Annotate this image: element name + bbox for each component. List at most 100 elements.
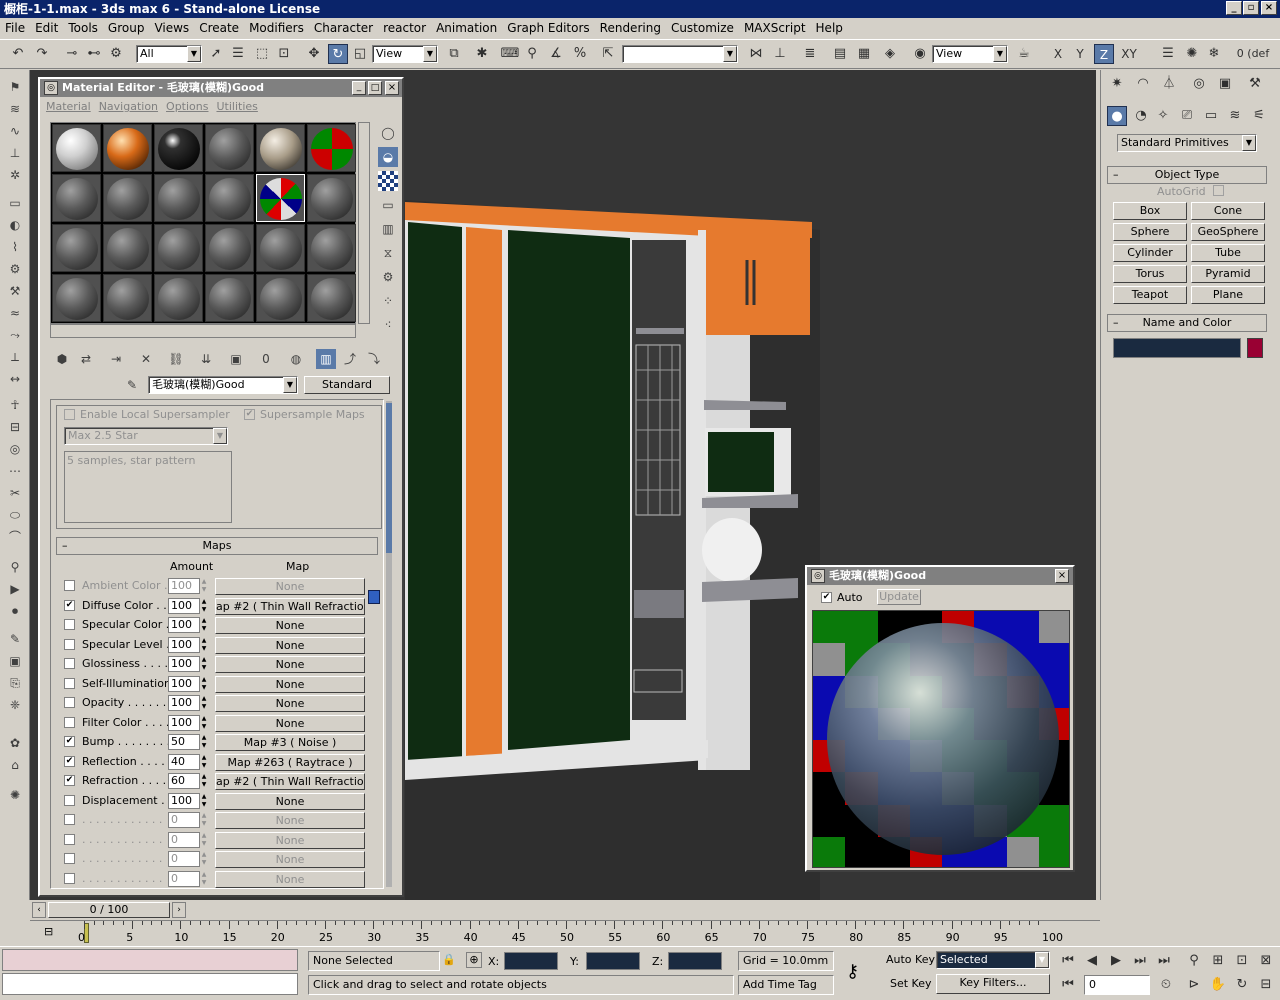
wind-icon[interactable]: ⌇ [6,238,24,256]
curve-editor-icon[interactable]: ▤ [830,44,850,64]
menu-help[interactable]: Help [811,18,848,38]
pyramid-button[interactable]: Pyramid [1191,265,1265,283]
me-menu-material[interactable]: Material [46,100,91,113]
map-enable-checkbox[interactable]: ✔ [64,599,75,611]
menu-modifiers[interactable]: Modifiers [244,18,309,38]
property-editor-icon[interactable]: ✎ [6,630,24,648]
teapot-button[interactable]: Teapot [1113,286,1187,304]
map-amount-field[interactable]: 100 [168,695,200,711]
hierarchy-tab-icon[interactable]: ⏃ [1159,74,1179,94]
time-slider[interactable]: 0 / 100 [48,902,170,918]
angle-snap-icon[interactable]: ∡ [546,44,566,64]
object-type-rollout[interactable]: Object Type [1107,166,1267,184]
material-editor-window[interactable]: Material Editor - 毛玻璃(模糊)Good ◎ _ □ × Ma… [38,77,404,897]
menu-create[interactable]: Create [194,18,244,38]
plane-button[interactable]: Plane [1191,286,1265,304]
rect-selection-icon[interactable]: ⬚ [252,44,272,64]
material-slot[interactable] [103,274,152,322]
background-checker-icon[interactable] [378,171,398,191]
map-amount-spinner[interactable]: ▲ ▼ [200,676,208,692]
constraint-icon[interactable]: ⤳ [6,326,24,344]
assign-to-selection-icon[interactable]: ⇥ [106,349,126,369]
make-preview-icon[interactable]: ⧖ [378,243,398,263]
zoom-icon[interactable]: ⚲ [1184,951,1204,971]
object-name-field[interactable] [1113,338,1241,358]
select-by-material-icon[interactable]: ⁘ [378,291,398,311]
map-amount-spinner[interactable]: ▲ ▼ [200,871,208,887]
material-preview-window[interactable]: 毛玻璃(模糊)Good ◎ × ✔ Auto Update [805,565,1075,872]
map-enable-checkbox[interactable] [64,697,75,708]
menu-views[interactable]: Views [149,18,194,38]
reset-map-icon[interactable]: ✕ [136,349,156,369]
particle-icon[interactable]: ❈ [6,696,24,714]
map-amount-field[interactable]: 100 [168,617,200,633]
restore-button[interactable]: ▫ [1243,1,1259,15]
map-amount-field[interactable]: 100 [168,792,200,809]
preview-close-button[interactable]: × [1055,569,1069,583]
map-amount-field[interactable]: 0 [168,831,200,848]
map-enable-checkbox[interactable]: ✔ [64,775,75,786]
field-of-view-icon[interactable]: ⊳ [1184,975,1204,995]
name-and-color-rollout[interactable]: Name and Color [1107,314,1267,332]
map-slot-button[interactable]: None [215,812,365,829]
sample-type-icon[interactable]: ◯ [378,123,398,143]
rollout-scroll-thumb[interactable] [386,403,392,553]
autogrid-checkbox[interactable] [1213,185,1224,196]
auto-key-button[interactable]: Auto Key [886,953,935,966]
map-amount-field[interactable]: 100 [168,597,200,614]
material-type-button[interactable]: Standard [304,376,390,394]
go-to-parent-icon[interactable]: ⤴ [340,349,360,369]
edit-named-selection-icon[interactable]: ⇱ [598,44,618,64]
material-effects-channel-icon[interactable]: ▣ [226,349,246,369]
map-enable-checkbox[interactable] [64,814,75,825]
map-amount-field[interactable]: 100 [168,714,200,731]
space-warps-icon[interactable]: ≋ [1225,106,1245,126]
menu-reactor[interactable]: reactor [378,18,431,38]
goto-start-icon[interactable]: ⏮ [1058,951,1078,971]
map-enable-checkbox[interactable] [64,658,75,669]
zoom-extents-all-icon[interactable]: ⊠ [1256,951,1276,971]
enable-local-supersampler-checkbox[interactable] [64,409,75,420]
map-amount-spinner[interactable]: ▲ ▼ [200,617,208,633]
material-slot[interactable] [205,174,254,222]
map-slot-button[interactable]: ap #2 ( Thin Wall Refraction ) [215,597,365,615]
get-material-icon[interactable]: ⬢ [52,349,72,369]
create-tab-icon[interactable]: ✷ [1107,74,1127,94]
me-menu-utilities[interactable]: Utilities [216,100,257,113]
hinge-icon[interactable]: ⟂ [6,348,24,366]
material-slot[interactable] [154,274,203,322]
map-amount-spinner[interactable]: ▲ ▼ [200,695,208,711]
rotate-icon[interactable]: ↻ [328,44,348,64]
cylinder-button[interactable]: Cylinder [1113,244,1187,262]
map-amount-spinner[interactable]: ▲ ▼ [200,793,208,809]
me-maximize-button[interactable]: □ [368,81,382,95]
fracture-modifier-icon[interactable]: ✂ [6,484,24,502]
key-mode-dropdown[interactable]: Selected ▼ [936,951,1050,969]
geosphere-button[interactable]: GeoSphere [1191,223,1265,241]
me-close-button[interactable]: × [385,81,399,95]
minimize-button[interactable]: _ [1226,1,1242,15]
goto-end-icon[interactable]: ⏭ [1154,951,1174,971]
material-slot[interactable] [52,174,101,222]
zoom-all-icon[interactable]: ⊞ [1208,951,1228,971]
snap-toggle-icon[interactable]: ⚲ [522,44,542,64]
torus-button[interactable]: Torus [1113,265,1187,283]
map-amount-field[interactable]: 40 [168,753,200,770]
schematic-view-icon[interactable]: ▦ [854,44,874,64]
tube-button[interactable]: Tube [1191,244,1265,262]
map-enable-checkbox[interactable] [64,794,75,806]
material-slot[interactable] [256,224,305,272]
toy-car-icon[interactable]: ⚙ [6,260,24,278]
material-slot[interactable] [103,224,152,272]
uv-tiling-icon[interactable]: ▭ [378,195,398,215]
display-tab-icon[interactable]: ▣ [1215,74,1235,94]
map-slot-button[interactable]: None [215,714,365,732]
percent-snap-icon[interactable]: % [570,44,590,64]
auto-update-checkbox[interactable]: ✔ [821,592,832,603]
layer-manager-icon[interactable]: ≣ [800,44,820,64]
me-minimize-button[interactable]: _ [352,81,366,95]
menu-file[interactable]: File [0,18,30,38]
map-amount-spinner[interactable]: ▲ ▼ [200,578,208,594]
pan-icon[interactable]: ✋ [1208,975,1228,995]
map-slot-button[interactable]: Map #263 ( Raytrace ) [215,753,365,771]
